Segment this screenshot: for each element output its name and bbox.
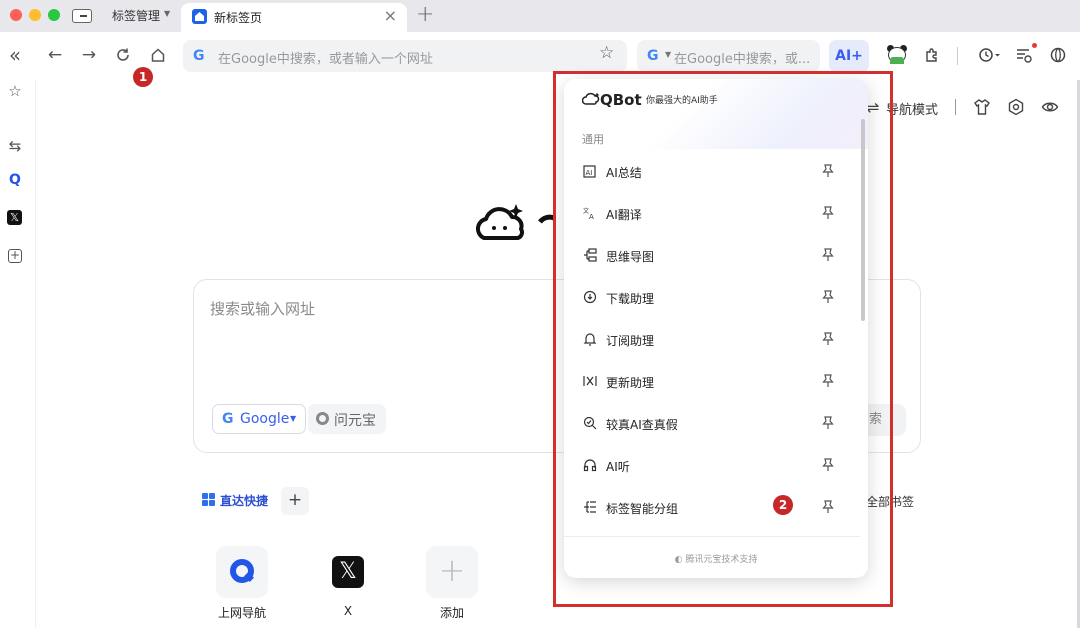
back-button[interactable]: ← — [44, 44, 66, 66]
sidebar-divider — [35, 80, 36, 628]
ai-plus-button[interactable]: AI+ — [829, 40, 869, 72]
shortcut-label: 上网导航 — [217, 606, 266, 620]
nav-divider — [955, 99, 956, 115]
search-engine-selector[interactable]: G Google ▼ — [212, 404, 306, 434]
shortcut-tile[interactable]: 𝕏 — [322, 546, 374, 598]
toolbar: « ← → G 在Google中搜索，或者输入一个网址 ☆ G ▼ 在Googl… — [0, 32, 1080, 80]
star-icon[interactable]: ☆ — [5, 81, 25, 101]
shortcut-tile[interactable] — [216, 546, 268, 598]
tab-new-tab[interactable]: 新标签页 × — [181, 3, 407, 32]
add-shortcut-button[interactable]: + — [426, 546, 478, 598]
search-box-placeholder: 在Google中搜索，或... — [674, 52, 811, 67]
home-icon — [192, 9, 207, 24]
google-icon: G — [222, 411, 234, 427]
x-logo-icon: 𝕏 — [332, 556, 364, 588]
history-icon[interactable] — [976, 44, 1004, 66]
tab-title: 新标签页 — [214, 11, 263, 25]
shortcut-label: X — [343, 604, 353, 618]
qq-browser-icon — [230, 559, 254, 583]
wenyuanbao-engine-button[interactable]: 问元宝 — [308, 404, 386, 434]
shortcut-label: 添加 — [439, 606, 464, 620]
add-panel-icon[interactable]: + — [8, 249, 22, 263]
step-badge-1: 1 — [133, 67, 153, 87]
wenyuanbao-label: 问元宝 — [334, 413, 376, 429]
notification-dot — [1032, 43, 1037, 48]
maximize-window-button[interactable] — [48, 9, 60, 21]
home-button[interactable] — [147, 44, 169, 66]
sidebar: ☆ ⇆ Q 𝕏 + — [0, 80, 30, 628]
close-tab-icon[interactable]: × — [384, 6, 397, 25]
swap-icon[interactable]: ⇆ — [5, 136, 25, 156]
tab-bar: 标签管理 ▼ 新标签页 × + — [0, 0, 1080, 32]
google-icon: G — [193, 48, 205, 64]
qq-browser-icon[interactable]: Q — [5, 170, 25, 190]
chevron-down-icon[interactable]: ▼ — [665, 50, 671, 59]
eye-icon[interactable] — [1041, 98, 1059, 120]
address-bar[interactable]: G 在Google中搜索，或者输入一个网址 — [183, 40, 627, 72]
new-tab-button[interactable]: + — [416, 2, 434, 27]
x-logo-icon[interactable]: 𝕏 — [7, 210, 22, 225]
search-box[interactable]: G ▼ 在Google中搜索，或... — [637, 40, 820, 72]
address-bar-placeholder: 在Google中搜索，或者输入一个网址 — [218, 52, 433, 67]
account-icon[interactable] — [1047, 44, 1069, 66]
nav-mode-button[interactable]: 导航模式 — [886, 99, 938, 118]
chevron-down-icon[interactable]: ▼ — [164, 9, 170, 18]
add-quick-category-button[interactable]: + — [281, 487, 309, 515]
settings-hex-icon[interactable] — [1007, 98, 1025, 120]
chevron-down-icon: ▼ — [290, 414, 297, 423]
search-engine-label: Google — [240, 411, 290, 427]
grid-icon — [202, 493, 215, 506]
close-window-button[interactable] — [10, 9, 22, 21]
quick-access-tab[interactable]: 直达快捷 — [220, 492, 268, 509]
tab-manager-label[interactable]: 标签管理 — [112, 7, 160, 24]
reading-list-icon[interactable] — [1013, 44, 1035, 66]
skin-shirt-icon[interactable] — [973, 98, 991, 120]
google-icon: G — [647, 48, 659, 64]
tab-group-icon[interactable] — [72, 9, 92, 23]
yuanbao-icon — [316, 412, 329, 425]
panda-avatar-icon[interactable] — [886, 44, 908, 64]
extensions-icon[interactable] — [921, 44, 943, 66]
search-input[interactable]: 搜索或输入网址 — [210, 298, 315, 319]
toolbar-divider — [957, 47, 958, 65]
reload-button[interactable] — [112, 44, 134, 66]
forward-button[interactable]: → — [78, 44, 100, 66]
highlight-frame — [553, 71, 893, 607]
bookmark-star-icon[interactable]: ☆ — [599, 43, 614, 63]
step-badge-2: 2 — [773, 495, 793, 515]
minimize-window-button[interactable] — [29, 9, 41, 21]
collapse-sidebar-icon[interactable]: « — [4, 44, 26, 66]
